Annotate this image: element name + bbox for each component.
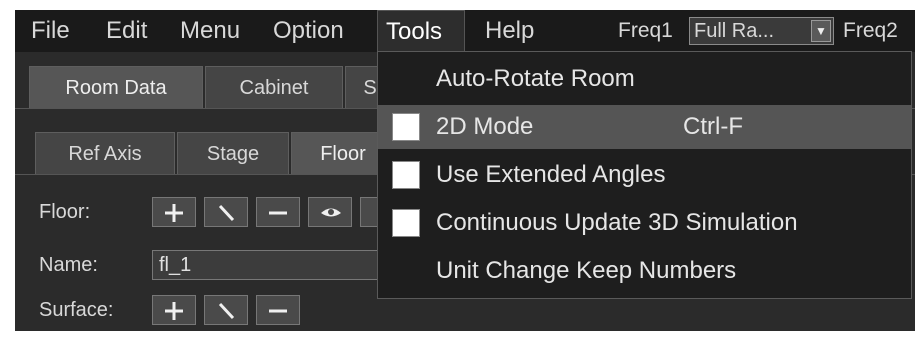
floor-label: Floor: <box>39 201 91 223</box>
floor-remove-button[interactable] <box>256 197 300 227</box>
menu-item-auto-rotate-room[interactable]: Auto-Rotate Room <box>378 57 911 101</box>
edit-line-icon <box>218 204 235 222</box>
floor-view-button[interactable] <box>308 197 352 227</box>
menu-menu[interactable]: Menu <box>172 10 248 52</box>
shortcut-label: Ctrl-F <box>683 113 743 140</box>
tab-cabinet[interactable]: Cabinet <box>205 66 343 108</box>
name-label: Name: <box>39 254 98 276</box>
menu-item-use-extended-angles[interactable]: Use Extended Angles <box>378 153 911 197</box>
menu-option[interactable]: Option <box>265 10 352 52</box>
surface-edit-button[interactable] <box>204 295 248 325</box>
chevron-down-icon[interactable]: ▼ <box>811 20 831 42</box>
surface-remove-button[interactable] <box>256 295 300 325</box>
menu-item-unit-change-keep-numbers[interactable]: Unit Change Keep Numbers <box>378 249 911 293</box>
minus-icon <box>269 211 287 215</box>
menu-item-label: 2D Mode <box>436 113 534 140</box>
tab-stage[interactable]: Stage <box>177 132 289 174</box>
menu-item-label: Use Extended Angles <box>436 161 666 188</box>
menu-bar: File Edit Menu Option Tools Help Freq1 F… <box>15 10 915 52</box>
freq1-label: Freq1 <box>618 19 673 42</box>
tools-menu: Auto-Rotate Room 2D Mode Ctrl-F Use Exte… <box>377 51 912 299</box>
plus-icon <box>165 204 183 222</box>
tab-room-data[interactable]: Room Data <box>29 66 203 108</box>
menu-help[interactable]: Help <box>477 10 542 52</box>
edit-line-icon <box>218 302 235 320</box>
name-input[interactable]: fl_1 <box>152 250 392 280</box>
surface-label: Surface: <box>39 299 114 321</box>
menu-item-label: Unit Change Keep Numbers <box>436 257 737 284</box>
checkbox[interactable] <box>392 161 420 189</box>
menu-item-label: Auto-Rotate Room <box>436 65 635 92</box>
surface-add-button[interactable] <box>152 295 196 325</box>
freq1-select-value: Full Ra... <box>694 20 775 42</box>
freq2-label: Freq2 <box>843 19 898 42</box>
tab-ref-axis[interactable]: Ref Axis <box>35 132 175 174</box>
menu-item-continuous-update[interactable]: Continuous Update 3D Simulation <box>378 201 911 245</box>
menu-file[interactable]: File <box>23 10 78 52</box>
plus-icon <box>165 302 183 320</box>
app-window: File Edit Menu Option Tools Help Freq1 F… <box>15 10 915 331</box>
checkbox[interactable] <box>392 113 420 141</box>
checkbox[interactable] <box>392 209 420 237</box>
minus-icon <box>269 309 287 313</box>
freq1-select[interactable]: Full Ra... ▼ <box>689 17 834 45</box>
floor-add-button[interactable] <box>152 197 196 227</box>
eye-icon <box>321 208 341 217</box>
menu-item-2d-mode[interactable]: 2D Mode Ctrl-F <box>378 105 911 149</box>
menu-edit[interactable]: Edit <box>98 10 155 52</box>
floor-edit-button[interactable] <box>204 197 248 227</box>
menu-item-label: Continuous Update 3D Simulation <box>436 209 798 236</box>
menu-tools[interactable]: Tools <box>377 10 465 52</box>
